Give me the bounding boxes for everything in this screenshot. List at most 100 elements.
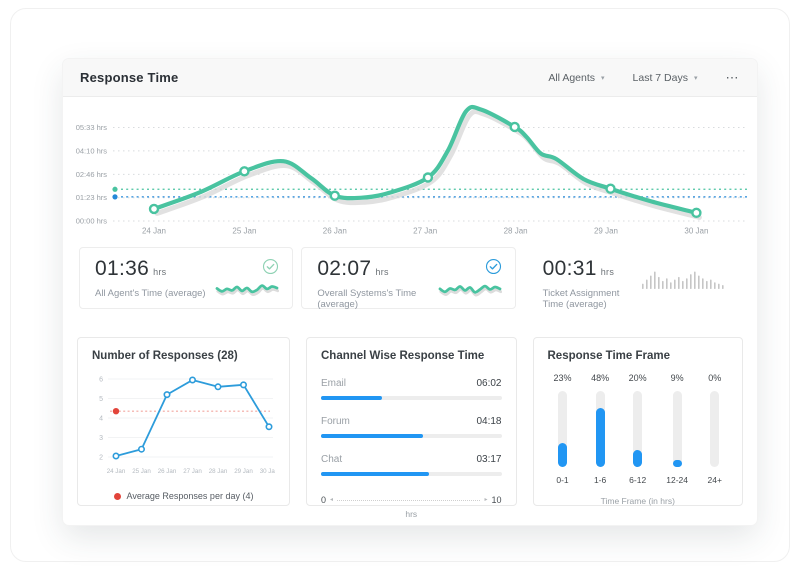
waveform-bar xyxy=(693,271,696,289)
panel-title: Response Time Frame xyxy=(547,350,671,362)
panel-title: Channel Wise Response Time xyxy=(321,350,485,362)
channel-label: Chat xyxy=(321,454,343,465)
timeframe-col-1-6: 48% 1-6 xyxy=(591,373,609,485)
channel-row-forum: Forum 04:18 xyxy=(321,416,502,438)
overall-average-dot xyxy=(112,186,118,192)
waveform-bar xyxy=(701,278,704,289)
x-axis-label: 27 Jan xyxy=(183,468,202,475)
stat-content: 02:07 hrs Overall Systems's Time (average… xyxy=(317,257,437,310)
x-axis-label: 25 Jan xyxy=(232,227,256,236)
responses-chart: 6 5 4 3 2 24 Jan 25 Jan 26 Jan 27 Jan 28 Jan 29 Ja… xyxy=(99,376,279,475)
channel-label: Email xyxy=(321,378,347,389)
daterange-filter-dropdown[interactable]: Last 7 Days ▾ xyxy=(633,72,698,84)
stat-visuals xyxy=(215,257,280,300)
stat-content: 01:36 hrs All Agent's Time (average) xyxy=(95,257,206,300)
bar-fill xyxy=(321,396,383,400)
axis-max-label: 10 xyxy=(491,495,502,505)
data-point xyxy=(112,452,120,460)
data-point xyxy=(240,381,248,389)
y-tick-label: 4 xyxy=(99,415,103,422)
x-axis-label: 30 Jan xyxy=(684,227,708,236)
x-axis-label: 29 Jan xyxy=(234,468,253,475)
waveform-bar xyxy=(641,283,644,289)
stat-unit: hrs xyxy=(375,267,389,277)
sparkline-chart xyxy=(438,280,502,307)
timeframe-columns: 23% 0-1 48% 1-6 20% 6-12 9% 12-24 0% 24+ xyxy=(548,373,729,485)
average-dot xyxy=(112,407,120,415)
waveform-bar xyxy=(685,278,688,289)
stat-value: 01:36 hrs xyxy=(95,257,167,280)
timeframe-col-0-1: 23% 0-1 xyxy=(554,373,572,485)
category-label: 1-6 xyxy=(593,475,607,485)
x-axis-label: 29 Jan xyxy=(594,227,618,236)
bar-track xyxy=(710,391,720,467)
bar-track xyxy=(321,472,502,476)
timeframe-col-6-12: 20% 6-12 xyxy=(629,373,647,485)
arrow-left-icon: ◂ xyxy=(330,497,334,503)
chevron-down-icon: ▾ xyxy=(693,74,698,82)
stat-value: 02:07 hrs xyxy=(317,257,389,280)
bar-track xyxy=(672,391,682,467)
category-label: 12-24 xyxy=(666,475,688,485)
panel-response-time-frame: Response Time Frame 23% 0-1 48% 1-6 20% 6-12 9… xyxy=(532,337,743,506)
x-axis-label: 25 Jan xyxy=(132,468,151,475)
timeframe-axis-label: Time Frame (in hrs) xyxy=(600,496,675,506)
page-frame: Response Time All Agents ▾ Last 7 Days ▾… xyxy=(10,8,790,562)
axis-unit-label: hrs xyxy=(405,509,418,519)
percent-label: 20% xyxy=(628,373,647,383)
daterange-filter-label: Last 7 Days xyxy=(632,71,688,84)
x-axis-label: 30 Jan xyxy=(260,468,275,475)
chevron-down-icon: ▾ xyxy=(601,74,605,82)
more-menu-button[interactable]: ⋯ xyxy=(726,70,741,86)
data-point xyxy=(163,391,171,399)
sparkline-chart xyxy=(215,280,280,307)
stat-unit: hrs xyxy=(600,267,615,277)
stat-unit: hrs xyxy=(153,267,167,277)
y-tick-label: 02:46 hrs xyxy=(76,170,108,179)
stat-value: 00:31 hrs xyxy=(542,257,615,280)
data-point xyxy=(691,207,702,219)
timeframe-col-24+: 0% 24+ xyxy=(708,373,722,485)
waveform-bar xyxy=(697,275,700,289)
response-time-trend-chart: 05:33 hrs 04:10 hrs 02:46 hrs 01:23 hrs 00:0… xyxy=(63,97,757,247)
agents-filter-dropdown[interactable]: All Agents ▾ xyxy=(548,72,604,84)
stat-card-all-agents-time: 01:36 hrs All Agent's Time (average) xyxy=(79,247,294,309)
y-tick-label: 2 xyxy=(99,454,103,461)
header-controls: All Agents ▾ Last 7 Days ▾ ⋯ xyxy=(548,70,740,86)
percent-label: 23% xyxy=(553,373,572,383)
dashboard-card: Response Time All Agents ▾ Last 7 Days ▾… xyxy=(63,59,757,525)
timeframe-col-12-24: 9% 12-24 xyxy=(666,373,688,485)
panel-title: Number of Responses (28) xyxy=(92,350,238,362)
bar-track xyxy=(595,391,605,467)
stat-label: Overall Systems's Time (average) xyxy=(317,288,417,310)
channel-value: 06:02 xyxy=(476,378,502,389)
channel-axis: 0 ◂ ▸ 10 xyxy=(321,495,502,505)
bar-fill xyxy=(672,460,682,467)
channel-value: 03:17 xyxy=(476,454,502,465)
bar-track xyxy=(321,396,502,400)
x-axis-label: 26 Jan xyxy=(158,468,177,475)
agents-filter-label: All Agents xyxy=(548,71,596,84)
waveform-bar xyxy=(645,279,648,289)
x-axis-label: 24 Jan xyxy=(142,227,166,236)
check-circle-icon xyxy=(485,258,502,280)
bottom-panels: Number of Responses (28) 6 5 4 3 2 24 Jan 25 J… xyxy=(77,337,743,519)
waveform-bar xyxy=(713,282,716,289)
waveform-bar xyxy=(681,280,684,289)
waveform-bar xyxy=(689,274,692,289)
panel-channel-wise-response-time: Channel Wise Response Time Email 06:02 For… xyxy=(306,337,517,519)
stat-visuals xyxy=(438,257,502,300)
x-axis-label: 28 Jan xyxy=(504,227,528,236)
data-point xyxy=(214,383,222,391)
x-axis-label: 28 Jan xyxy=(209,468,228,475)
channel-bars: Email 06:02 Forum 04:18 Chat 03:17 xyxy=(321,378,502,476)
y-tick-label: 04:10 hrs xyxy=(76,146,108,155)
channel-row-email: Email 06:02 xyxy=(321,378,502,400)
bar-track xyxy=(558,391,567,467)
card-header: Response Time All Agents ▾ Last 7 Days ▾… xyxy=(63,59,757,97)
waveform-bar xyxy=(649,275,652,289)
agents-average-dot xyxy=(112,194,118,200)
chart-legend: Average Responses per day (4) xyxy=(92,491,275,501)
stat-visuals xyxy=(641,257,727,300)
category-label: 0-1 xyxy=(556,475,569,485)
